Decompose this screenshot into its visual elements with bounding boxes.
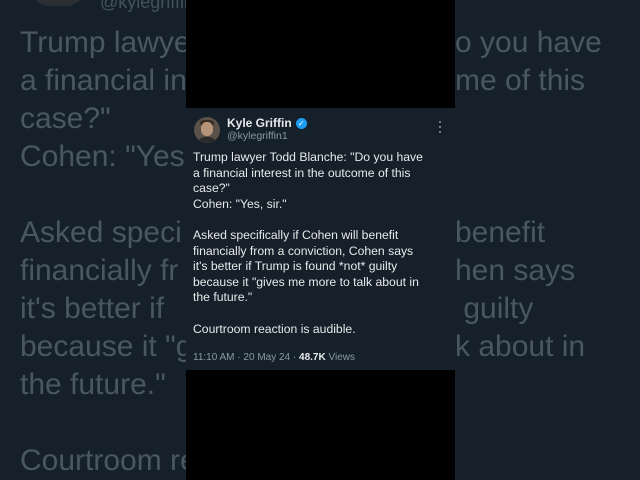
tweet-line: case?": [193, 181, 230, 196]
tweet-time[interactable]: 11:10 AM: [193, 352, 235, 363]
tweet-line: the future.": [193, 290, 253, 305]
meta-separator: ·: [237, 352, 241, 363]
avatar-face: [201, 122, 213, 136]
background-text-left: Trump lawye a financial in case?" Cohen:…: [20, 26, 186, 477]
tweet-body: Trump lawyer Todd Blanche: "Do you have …: [193, 150, 449, 337]
tweet-line: it's better if Trump is found *not* guil…: [193, 259, 398, 274]
views-label: Views: [328, 352, 356, 363]
display-name[interactable]: Kyle Griffin: [227, 116, 292, 130]
tweet-line: Cohen: "Yes, sir.": [193, 196, 287, 211]
background-handle: @kylegriffin1: [100, 0, 186, 12]
more-options-icon[interactable]: [438, 121, 442, 133]
author-row: Kyle Griffin ✓: [227, 116, 307, 130]
tweet-line: Asked specifically if Cohen will benefit: [193, 227, 399, 242]
avatar[interactable]: [194, 117, 220, 143]
tweet-card: Kyle Griffin ✓ @kylegriffin1 Trump lawye…: [186, 108, 455, 370]
background-right-blurred: o you have me of this benefit hen says g…: [455, 0, 640, 480]
tweet-line: a financial interest in the outcome of t…: [193, 165, 411, 180]
meta-separator: ·: [292, 352, 297, 363]
tweet-line: Courtroom reaction is audible.: [193, 321, 356, 336]
background-text-right: o you have me of this benefit hen says g…: [455, 26, 602, 363]
tweet-line: financially from a conviction, Cohen say…: [193, 243, 414, 258]
background-left-blurred: @kylegriffin1 Trump lawye a financial in…: [0, 0, 186, 480]
user-handle[interactable]: @kylegriffin1: [227, 130, 288, 142]
views-count: 48.7K: [299, 352, 326, 363]
tweet-line: Trump lawyer Todd Blanche: "Do you have: [193, 150, 423, 164]
tweet-meta: 11:10 AM · 20 May 24 · 48.7K Views: [193, 352, 355, 363]
avatar-shirt: [197, 137, 217, 143]
background-avatar: [30, 0, 86, 6]
verified-badge-icon: ✓: [295, 117, 307, 129]
tweet-date[interactable]: 20 May 24: [243, 352, 290, 363]
tweet-line: because it "gives me more to talk about …: [193, 274, 419, 289]
